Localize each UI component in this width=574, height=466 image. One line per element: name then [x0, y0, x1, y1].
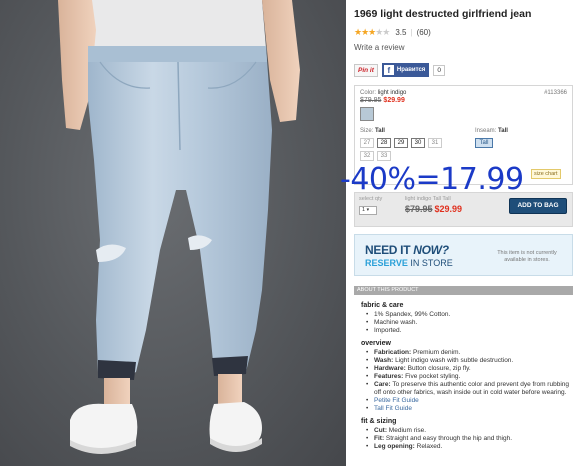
petite-fit-guide-link[interactable]: Petite Fit Guide [374, 397, 419, 404]
list-item: Care: To preserve this authentic color a… [361, 381, 571, 397]
product-title: 1969 light destructed girlfriend jean [354, 8, 532, 20]
social-share-bar: Pin it f Нравится 0 [354, 63, 445, 77]
about-section: fabric & care 1% Spandex, 99% Cotton. Ma… [361, 302, 571, 456]
reserve-in-store-line: RESERVE IN STORE [365, 258, 453, 268]
write-review-link[interactable]: Write a review [354, 43, 405, 52]
list-value: Medium rise. [387, 427, 427, 434]
original-price: $79.95 [360, 97, 382, 104]
list-key: Features: [374, 373, 404, 380]
list-key: Care: [374, 381, 391, 388]
chevron-down-icon: ▾ [366, 207, 370, 213]
facebook-like-label: Нравится [396, 67, 426, 73]
add-to-bag-bar: select qty 1 ▾ light indigo Tall Tall $7… [354, 192, 573, 227]
list-item[interactable]: Tall Fit Guide [361, 405, 571, 413]
list-item: Machine wash. [361, 319, 571, 327]
color-prefix: Color: [360, 90, 377, 96]
fit-list: Cut: Medium rise. Fit: Straight and easy… [361, 427, 571, 451]
color-label: Color: light indigo [360, 90, 406, 96]
pinterest-button[interactable]: Pin it [354, 63, 378, 77]
size-option[interactable]: 32 [360, 151, 374, 161]
sale-price: $29.99 [383, 97, 405, 104]
list-value: Five pocket styling. [403, 373, 461, 380]
list-value: Light indigo wash with subtle destructio… [393, 357, 514, 364]
sku-number: #113366 [544, 90, 567, 96]
size-option[interactable]: 27 [360, 138, 374, 148]
need-it-text: NEED IT [365, 243, 414, 257]
rating-stars-icon: ★★★★★ [354, 27, 390, 37]
list-item: Hardware: Button closure, zip fly. [361, 365, 571, 373]
size-option[interactable]: 33 [377, 151, 391, 161]
color-name: light indigo [377, 90, 407, 96]
list-value: Premium denim. [411, 349, 461, 356]
reserve-in-store-banner[interactable]: NEED IT NOW? RESERVE IN STORE This item … [354, 234, 573, 276]
size-prefix: Size: [360, 128, 374, 134]
size-options: 27 28 29 30 31 32 33 [360, 138, 452, 161]
list-key: Wash: [374, 357, 394, 364]
bag-sale-price: $29.99 [434, 204, 463, 214]
in-store-text: IN STORE [407, 258, 453, 268]
list-item: Leg opening: Relaxed. [361, 443, 571, 451]
rating-value: 3.5 [395, 28, 407, 37]
inseam-prefix: Inseam: [475, 128, 497, 134]
fabric-list: 1% Spandex, 99% Cotton. Machine wash. Im… [361, 311, 571, 335]
list-key: Cut: [374, 427, 387, 434]
jeans-photo [58, 0, 300, 454]
size-option[interactable]: 30 [411, 138, 425, 148]
list-item: Wash: Light indigo wash with subtle dest… [361, 357, 571, 365]
facebook-icon: f [383, 65, 394, 75]
add-to-bag-button[interactable]: ADD TO BAG [509, 198, 567, 214]
list-item: 1% Spandex, 99% Cotton. [361, 311, 571, 319]
fit-title: fit & sizing [361, 418, 397, 425]
rating-divider: | [410, 28, 413, 37]
inseam-label: Inseam: Tall [475, 128, 508, 134]
like-count: 0 [433, 64, 445, 76]
list-key: Fit: [374, 435, 385, 442]
list-key: Fabrication: [374, 349, 412, 356]
list-item[interactable]: Petite Fit Guide [361, 397, 571, 405]
reserve-text: RESERVE [365, 258, 408, 268]
fabric-title: fabric & care [361, 302, 404, 309]
price: $79.95 $29.99 [360, 97, 405, 104]
size-label: Size: Tall [360, 128, 385, 134]
size-chart-link[interactable]: size chart [531, 169, 561, 179]
overview-title: overview [361, 340, 391, 347]
need-it-now-heading: NEED IT NOW? [365, 243, 449, 257]
size-option[interactable]: 31 [428, 138, 442, 148]
qty-select[interactable]: 1 ▾ [359, 206, 377, 215]
list-item: Features: Five pocket styling. [361, 373, 571, 381]
list-key: Leg opening: [374, 443, 415, 450]
inseam-value: Tall [498, 128, 508, 134]
store-availability-note: This item is not currently available in … [497, 250, 557, 263]
size-option[interactable]: 28 [377, 138, 391, 148]
inseam-option-tall[interactable]: Tall [475, 138, 493, 148]
list-value: Button closure, zip fly. [405, 365, 471, 372]
about-header: ABOUT THIS PRODUCT [354, 286, 573, 295]
list-item: Cut: Medium rise. [361, 427, 571, 435]
size-option[interactable]: 29 [394, 138, 408, 148]
size-value: Tall [375, 128, 385, 134]
list-item: Imported. [361, 327, 571, 335]
review-count[interactable]: (60) [417, 28, 431, 37]
list-value: Relaxed. [414, 443, 443, 450]
discount-overlay-text: -40%=17.99 [340, 162, 524, 197]
list-value: Straight and easy through the hip and th… [384, 435, 513, 442]
rating[interactable]: ★★★★★ 3.5 | (60) [354, 27, 431, 38]
list-item: Fit: Straight and easy through the hip a… [361, 435, 571, 443]
product-image[interactable] [0, 0, 346, 466]
overview-list: Fabrication: Premium denim. Wash: Light … [361, 349, 571, 413]
color-swatch-light-indigo[interactable] [360, 107, 374, 121]
facebook-like-button[interactable]: f Нравится [381, 63, 430, 77]
bag-original-price: $79.95 [405, 204, 433, 214]
bag-price: $79.95 $29.99 [405, 204, 462, 214]
now-text: NOW? [413, 243, 449, 257]
list-key: Hardware: [374, 365, 406, 372]
tall-fit-guide-link[interactable]: Tall Fit Guide [374, 405, 412, 412]
list-value: To preserve this authentic color and pre… [374, 381, 569, 396]
qty-value: 1 [362, 207, 366, 213]
list-item: Fabrication: Premium denim. [361, 349, 571, 357]
